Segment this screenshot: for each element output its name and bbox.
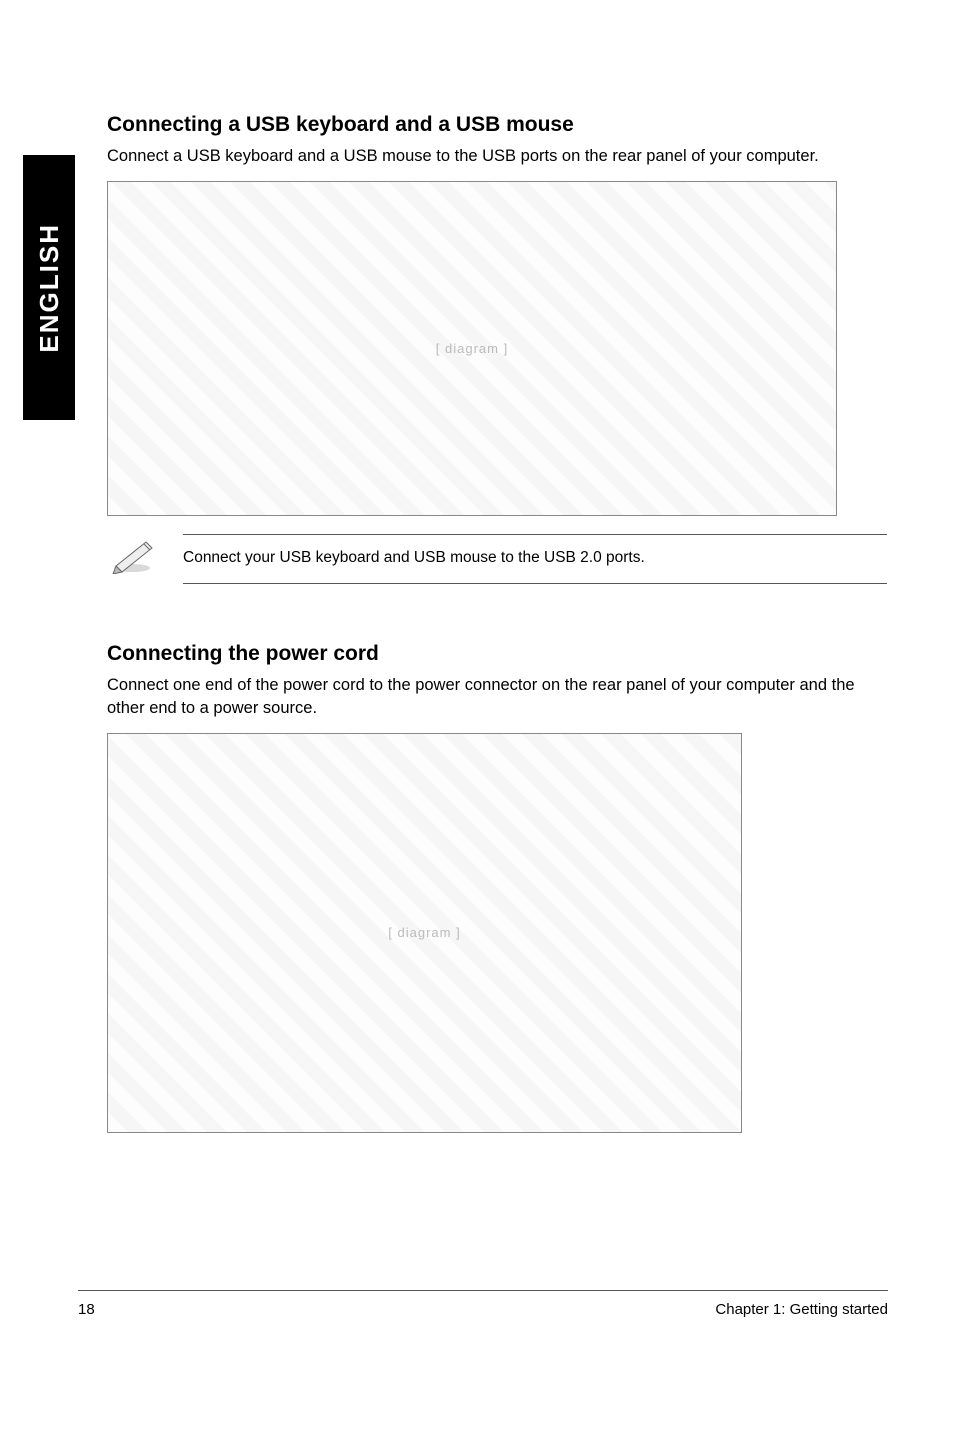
page-footer: 18 Chapter 1: Getting started [78, 1290, 888, 1318]
section1-body: Connect a USB keyboard and a USB mouse t… [107, 145, 887, 167]
language-tab: ENGLISH [23, 155, 75, 420]
note-row: Connect your USB keyboard and USB mouse … [107, 534, 887, 584]
chapter-label: Chapter 1: Getting started [715, 1301, 888, 1318]
section2-body: Connect one end of the power cord to the… [107, 674, 887, 719]
page-number: 18 [78, 1301, 95, 1318]
note-text: Connect your USB keyboard and USB mouse … [183, 534, 887, 584]
page-content: Connecting a USB keyboard and a USB mous… [107, 113, 887, 1151]
figure-usb-keyboard-mouse: [ diagram ] [107, 181, 837, 516]
figure-placeholder-label: [ diagram ] [108, 734, 741, 1132]
section2-heading: Connecting the power cord [107, 642, 887, 666]
figure-placeholder-label: [ diagram ] [108, 182, 836, 515]
section1-heading: Connecting a USB keyboard and a USB mous… [107, 113, 887, 137]
figure-power-cord: [ diagram ] [107, 733, 742, 1133]
language-tab-label: ENGLISH [34, 223, 65, 353]
pencil-note-icon [107, 534, 161, 574]
